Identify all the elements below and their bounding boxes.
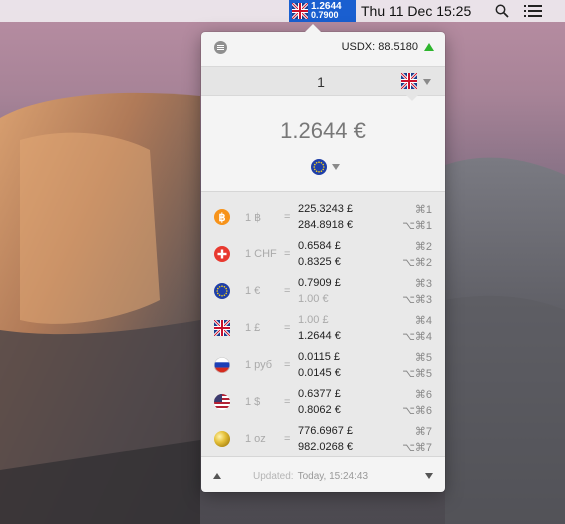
usdx-value: USDX: 88.5180	[341, 41, 418, 53]
rate-row-chf[interactable]: 1 CHF = 0.6584 £ 0.8325 € ⌘2 ⌥⌘2	[201, 236, 445, 273]
trend-up-icon	[424, 43, 434, 51]
rate-base: 1 ฿	[245, 212, 262, 224]
shortcut-secondary: ⌥⌘5	[402, 368, 432, 380]
status-rates: 1.2644 0.7900	[311, 2, 342, 20]
rate-value-eur: 0.8325 €	[298, 256, 341, 268]
amount-input[interactable]	[261, 72, 381, 92]
equals-sign: =	[284, 396, 291, 408]
amount-row	[201, 66, 445, 96]
rate-base: 1 руб	[245, 359, 273, 371]
equals-sign: =	[284, 248, 291, 260]
menu-icon[interactable]	[214, 40, 227, 54]
rates-list: ฿ 1 ฿ = 225.3243 £ 284.8918 € ⌘1 ⌥⌘1 1 C…	[201, 191, 445, 457]
conversion-result: 1.2644 €	[280, 118, 366, 143]
search-icon[interactable]	[495, 4, 509, 18]
rate-value-gbp: 0.6377 £	[298, 388, 341, 400]
equals-sign: =	[284, 211, 291, 223]
shortcut-primary: ⌘7	[414, 426, 432, 438]
gb-flag-icon[interactable]	[401, 73, 417, 89]
eu-flag-icon	[214, 283, 230, 299]
rate-row-bitcoin[interactable]: ฿ 1 ฿ = 225.3243 £ 284.8918 € ⌘1 ⌥⌘1	[201, 199, 445, 236]
equals-sign: =	[284, 285, 291, 297]
chevron-down-icon[interactable]	[423, 79, 431, 85]
rate-value-eur: 982.0268 €	[298, 441, 354, 453]
shortcut-secondary: ⌥⌘6	[402, 405, 432, 417]
equals-sign: =	[284, 322, 291, 334]
equals-sign: =	[284, 433, 291, 445]
rate-value-eur: 1.00 €	[298, 293, 329, 305]
rate-row-gbp[interactable]: 1 £ = 1.00 £ 1.2644 € ⌘4 ⌥⌘4	[201, 310, 445, 347]
ch-flag-icon	[214, 246, 230, 262]
updated-label: Updated:	[253, 471, 294, 482]
currency-status-item[interactable]: 1.2644 0.7900	[289, 0, 356, 22]
result-area: 1.2644 €	[201, 97, 445, 187]
rate-value-gbp: 0.7909 £	[298, 277, 341, 289]
shortcut-primary: ⌘3	[414, 278, 432, 290]
gold-icon	[214, 431, 230, 447]
rate-value-gbp: 1.00 £	[298, 314, 329, 326]
rate-value-gbp: 0.6584 £	[298, 240, 341, 252]
rate-row-eur[interactable]: 1 € = 0.7909 £ 1.00 € ⌘3 ⌥⌘3	[201, 273, 445, 310]
rate-value-gbp: 0.0115 £	[298, 351, 341, 363]
scroll-up-icon[interactable]	[213, 473, 221, 479]
rate-value-eur: 1.2644 €	[298, 330, 341, 342]
shortcut-secondary: ⌥⌘3	[402, 294, 432, 306]
shortcut-secondary: ⌥⌘4	[402, 331, 432, 343]
gb-flag-icon	[214, 320, 230, 336]
popover-header: USDX: 88.5180	[201, 32, 445, 62]
rate-base: 1 £	[245, 322, 261, 334]
equals-sign: =	[284, 359, 291, 371]
rate-base: 1 CHF	[245, 248, 277, 260]
currency-popover: USDX: 88.5180 1.2644 €	[201, 24, 445, 492]
shortcut-secondary: ⌥⌘7	[402, 442, 432, 454]
shortcut-primary: ⌘1	[414, 204, 432, 216]
menu-bar: 1.2644 0.7900 Thu 11 Dec 15:25	[0, 0, 565, 22]
gb-flag-icon	[292, 3, 308, 19]
shortcut-primary: ⌘6	[414, 389, 432, 401]
rate-row-usd[interactable]: 1 $ = 0.6377 £ 0.8062 € ⌘6 ⌥⌘6	[201, 384, 445, 421]
shortcut-secondary: ⌥⌘2	[402, 257, 432, 269]
rate-row-gold[interactable]: 1 oz = 776.6967 £ 982.0268 € ⌘7 ⌥⌘7	[201, 421, 445, 458]
rate-value-eur: 0.0145 €	[298, 367, 341, 379]
chevron-down-icon[interactable]	[332, 164, 340, 170]
rate-value-eur: 284.8918 €	[298, 219, 354, 231]
rate-value-gbp: 225.3243 £	[298, 203, 354, 215]
ru-flag-icon	[214, 357, 230, 373]
updated-status: Updated: Today, 15:24:43	[253, 471, 368, 482]
popover-footer: Updated: Today, 15:24:43	[201, 461, 445, 489]
shortcut-secondary: ⌥⌘1	[402, 220, 432, 232]
rate-base: 1 $	[245, 396, 261, 408]
rate-base: 1 oz	[245, 433, 266, 445]
rate-value-gbp: 776.6967 £	[298, 425, 354, 437]
eu-flag-icon[interactable]	[311, 159, 327, 175]
svg-text:฿: ฿	[219, 212, 226, 224]
us-flag-icon	[214, 394, 230, 410]
shortcut-primary: ⌘2	[414, 241, 432, 253]
rate-value-eur: 0.8062 €	[298, 404, 341, 416]
shortcut-primary: ⌘4	[414, 315, 432, 327]
bitcoin-icon: ฿	[214, 209, 230, 225]
usdx-indicator: USDX: 88.5180	[342, 41, 434, 53]
scroll-down-icon[interactable]	[425, 473, 433, 479]
rate-base: 1 €	[245, 285, 261, 297]
shortcut-primary: ⌘5	[414, 352, 432, 364]
status-rate-secondary: 0.7900	[311, 10, 339, 20]
list-icon[interactable]	[524, 5, 542, 18]
clock[interactable]: Thu 11 Dec 15:25	[361, 3, 471, 19]
rate-row-rub[interactable]: 1 руб = 0.0115 £ 0.0145 € ⌘5 ⌥⌘5	[201, 347, 445, 384]
updated-time: Today, 15:24:43	[297, 471, 369, 482]
